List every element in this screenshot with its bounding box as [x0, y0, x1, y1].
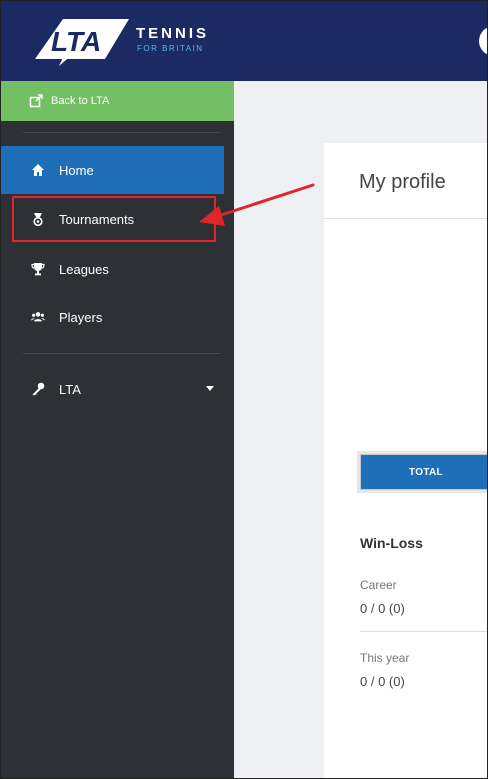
external-link-icon: [29, 94, 43, 108]
user-avatar-icon[interactable]: [479, 26, 487, 56]
sidebar-item-label: LTA: [59, 381, 81, 397]
brand-title: TENNIS: [136, 25, 210, 42]
this-year-label: This year: [360, 651, 410, 665]
sidebar-item-home[interactable]: Home: [1, 146, 224, 194]
career-label: Career: [360, 578, 397, 592]
sidebar-item-label: Players: [59, 309, 103, 325]
sidebar-item-leagues[interactable]: Leagues: [11, 245, 234, 293]
this-year-value: 0 / 0 (0): [360, 674, 405, 689]
key-icon: [31, 382, 45, 396]
trophy-icon: [31, 262, 45, 276]
title-divider: [324, 218, 487, 219]
logo-text: LTA: [51, 26, 101, 57]
career-value: 0 / 0 (0): [360, 601, 405, 616]
stats-divider: [360, 631, 487, 632]
sidebar: Back to LTA Home Tournaments Leagues Pla…: [1, 81, 234, 778]
lta-logo-icon: LTA: [35, 19, 129, 66]
total-button[interactable]: TOTAL: [360, 454, 487, 490]
sidebar-item-players[interactable]: Players: [11, 293, 234, 341]
sidebar-item-lta[interactable]: LTA: [11, 365, 234, 413]
back-link-label: Back to LTA: [51, 95, 110, 107]
home-icon: [31, 163, 45, 177]
app-window: LTA TENNIS FOR BRITAIN Back to LTA Home: [0, 0, 488, 779]
chevron-down-icon: [206, 386, 214, 391]
profile-card: My profile TOTAL Win-Loss Career 0 / 0 (…: [324, 143, 487, 778]
sidebar-item-tournaments[interactable]: Tournaments: [12, 196, 216, 242]
back-to-lta-link[interactable]: Back to LTA: [1, 81, 234, 121]
sidebar-item-label: Home: [59, 162, 94, 178]
top-header: LTA TENNIS FOR BRITAIN: [1, 1, 487, 81]
lta-logo[interactable]: LTA TENNIS FOR BRITAIN: [29, 11, 229, 71]
players-icon: [31, 310, 45, 324]
sidebar-divider: [23, 353, 221, 354]
sidebar-item-label: Leagues: [59, 261, 109, 277]
sidebar-divider: [23, 132, 221, 133]
brand-subtitle: FOR BRITAIN: [137, 44, 204, 53]
medal-icon: [31, 212, 45, 226]
win-loss-title: Win-Loss: [360, 535, 423, 551]
sidebar-item-label: Tournaments: [59, 211, 135, 227]
page-title: My profile: [359, 171, 446, 193]
